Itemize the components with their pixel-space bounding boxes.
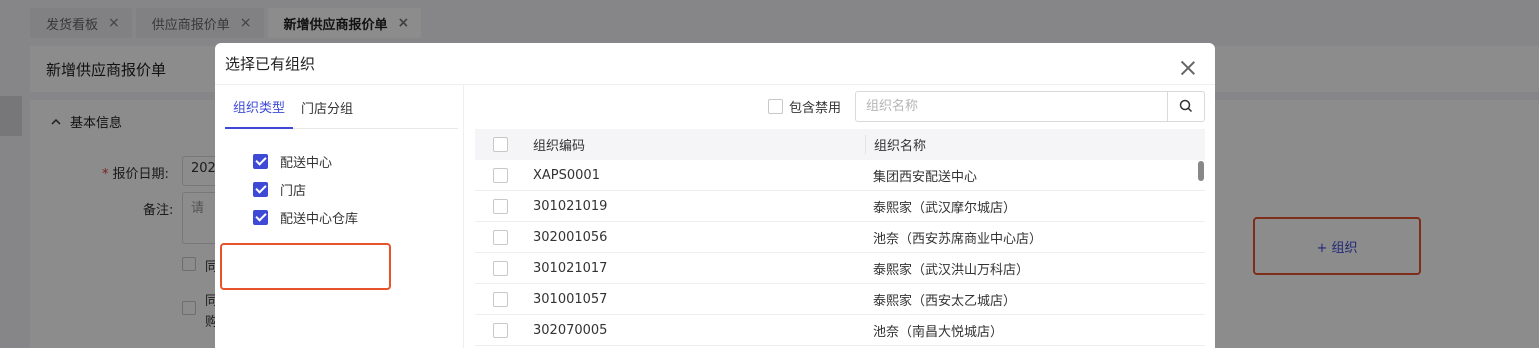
org-list-pane: 包含禁用 组织编码 组织名称 XAPS0001 集团西安配送中心	[465, 85, 1215, 348]
table-header: 组织编码 组织名称	[475, 129, 1205, 160]
annotation-highlight	[220, 243, 391, 290]
type-label: 配送中心	[280, 155, 333, 171]
include-disabled-label: 包含禁用	[788, 100, 841, 116]
include-disabled-toggle[interactable]: 包含禁用	[767, 97, 841, 116]
column-header-code[interactable]: 组织编码	[525, 135, 865, 154]
tab-org-type[interactable]: 组织类型	[225, 85, 294, 129]
cell-name: 集团西安配送中心	[873, 169, 978, 185]
checkbox-checked[interactable]	[253, 209, 268, 225]
modal-title: 选择已有组织	[225, 55, 316, 73]
cell-code: 301021019	[533, 198, 608, 214]
search-input[interactable]	[856, 91, 1167, 121]
cell-code: 301001057	[533, 291, 608, 307]
table-row[interactable]: 302001056 池奈（西安苏席商业中心店）	[475, 222, 1205, 253]
cell-name: 池奈（西安苏席商业中心店）	[873, 231, 1043, 247]
search-box	[855, 90, 1205, 122]
cell-name: 泰熙家（西安太乙城店）	[873, 293, 1017, 309]
type-label: 门店	[280, 183, 307, 199]
table-row[interactable]: 301021017 泰熙家（武汉洪山万科店）	[475, 253, 1205, 284]
cell-code: 302001056	[533, 229, 608, 245]
org-table: 组织编码 组织名称 XAPS0001 集团西安配送中心 301021019 泰熙…	[475, 129, 1205, 346]
row-checkbox[interactable]	[492, 322, 508, 338]
list-item[interactable]: 门店	[253, 175, 358, 203]
table-row[interactable]: 301001057 泰熙家（西安太乙城店）	[475, 284, 1205, 315]
row-checkbox[interactable]	[492, 260, 508, 276]
modal-header: 选择已有组织	[215, 43, 1215, 85]
select-org-modal: 选择已有组织 组织类型 门店分组 配送中心 门店 配送中心仓库 包含禁用 组织名…	[215, 43, 1215, 348]
org-type-list: 配送中心 门店 配送中心仓库	[253, 147, 358, 231]
cell-name: 泰熙家（武汉摩尔城店）	[873, 200, 1017, 216]
list-item[interactable]: 配送中心仓库	[253, 203, 358, 231]
close-icon[interactable]	[1179, 59, 1197, 77]
cell-code: XAPS0001	[533, 167, 600, 183]
row-checkbox[interactable]	[492, 198, 508, 214]
search-button[interactable]	[1167, 91, 1204, 121]
cell-name: 泰熙家（武汉洪山万科店）	[873, 262, 1030, 278]
row-checkbox[interactable]	[492, 291, 508, 307]
cell-code: 302070005	[533, 322, 608, 338]
search-icon	[1179, 99, 1193, 113]
checkbox-checked[interactable]	[253, 181, 268, 197]
table-row[interactable]: 302070005 池奈（南昌大悦城店）	[475, 315, 1205, 346]
type-label: 配送中心仓库	[280, 211, 359, 227]
column-header-name[interactable]: 组织名称	[865, 135, 1205, 154]
checkbox-checked[interactable]	[253, 153, 268, 169]
table-row[interactable]: 301021019 泰熙家（武汉摩尔城店）	[475, 191, 1205, 222]
tab-store-group[interactable]: 门店分组	[293, 85, 361, 129]
org-type-pane: 组织类型 门店分组 配送中心 门店 配送中心仓库	[215, 85, 464, 348]
row-checkbox[interactable]	[492, 229, 508, 245]
row-checkbox[interactable]	[492, 167, 508, 183]
filter-row: 包含禁用	[767, 90, 1205, 122]
checkbox[interactable]	[767, 98, 783, 114]
pane-tabs: 组织类型 门店分组	[225, 85, 458, 129]
cell-code: 301021017	[533, 260, 608, 276]
select-all-checkbox[interactable]	[492, 137, 508, 152]
scrollbar[interactable]	[1198, 161, 1204, 181]
cell-name: 池奈（南昌大悦城店）	[873, 324, 1004, 340]
list-item[interactable]: 配送中心	[253, 147, 358, 175]
table-row[interactable]: XAPS0001 集团西安配送中心	[475, 160, 1205, 191]
